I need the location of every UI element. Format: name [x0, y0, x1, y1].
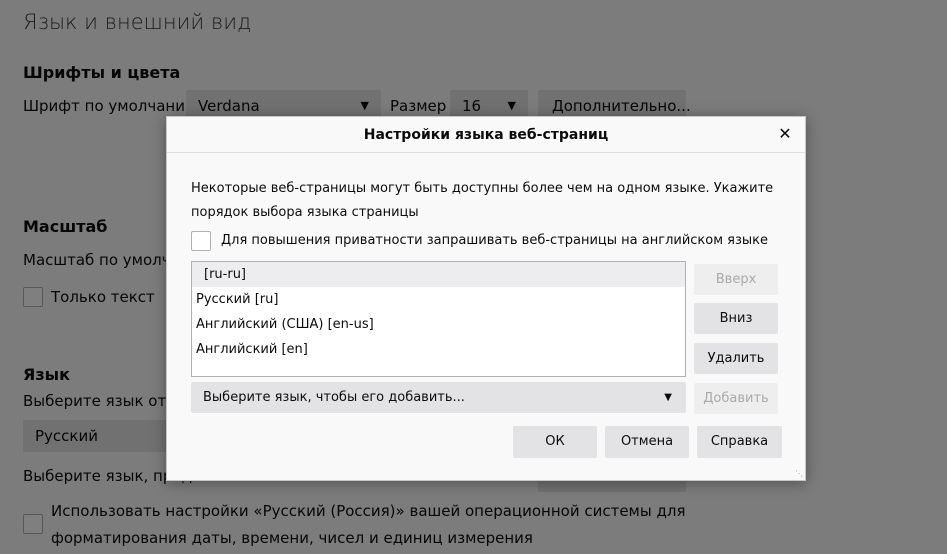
- ok-button[interactable]: ОК: [513, 426, 597, 458]
- dialog-description: Некоторые веб-страницы могут быть доступ…: [191, 181, 774, 220]
- language-list-item[interactable]: [ru-ru]: [192, 262, 685, 287]
- language-list-item[interactable]: Русский [ru]: [192, 287, 685, 312]
- add-language-select[interactable]: Выберите язык, чтобы его добавить... ▼: [191, 382, 686, 413]
- dialog-title: Настройки языка веб-страниц: [167, 117, 805, 153]
- chevron-down-icon: ▼: [664, 392, 672, 403]
- close-icon[interactable]: ✕: [775, 124, 795, 144]
- move-up-button[interactable]: Вверх: [694, 264, 778, 295]
- add-language-placeholder: Выберите язык, чтобы его добавить...: [203, 390, 465, 405]
- move-down-button[interactable]: Вниз: [694, 303, 778, 334]
- resize-grip-icon[interactable]: ⋱: [795, 470, 803, 478]
- remove-button[interactable]: Удалить: [694, 343, 778, 374]
- privacy-checkbox[interactable]: [191, 231, 211, 251]
- language-list-item[interactable]: Английский [en]: [192, 337, 685, 362]
- privacy-checkbox-label[interactable]: Для повышения приватности запрашивать ве…: [221, 233, 768, 248]
- language-list[interactable]: [ru-ru] Русский [ru] Английский (США) [e…: [191, 261, 686, 377]
- help-button[interactable]: Справка: [697, 426, 782, 458]
- language-list-item[interactable]: Английский (США) [en-us]: [192, 312, 685, 337]
- add-button[interactable]: Добавить: [694, 383, 778, 414]
- web-page-language-dialog: Настройки языка веб-страниц ✕ Некоторые …: [166, 116, 806, 481]
- cancel-button[interactable]: Отмена: [605, 426, 689, 458]
